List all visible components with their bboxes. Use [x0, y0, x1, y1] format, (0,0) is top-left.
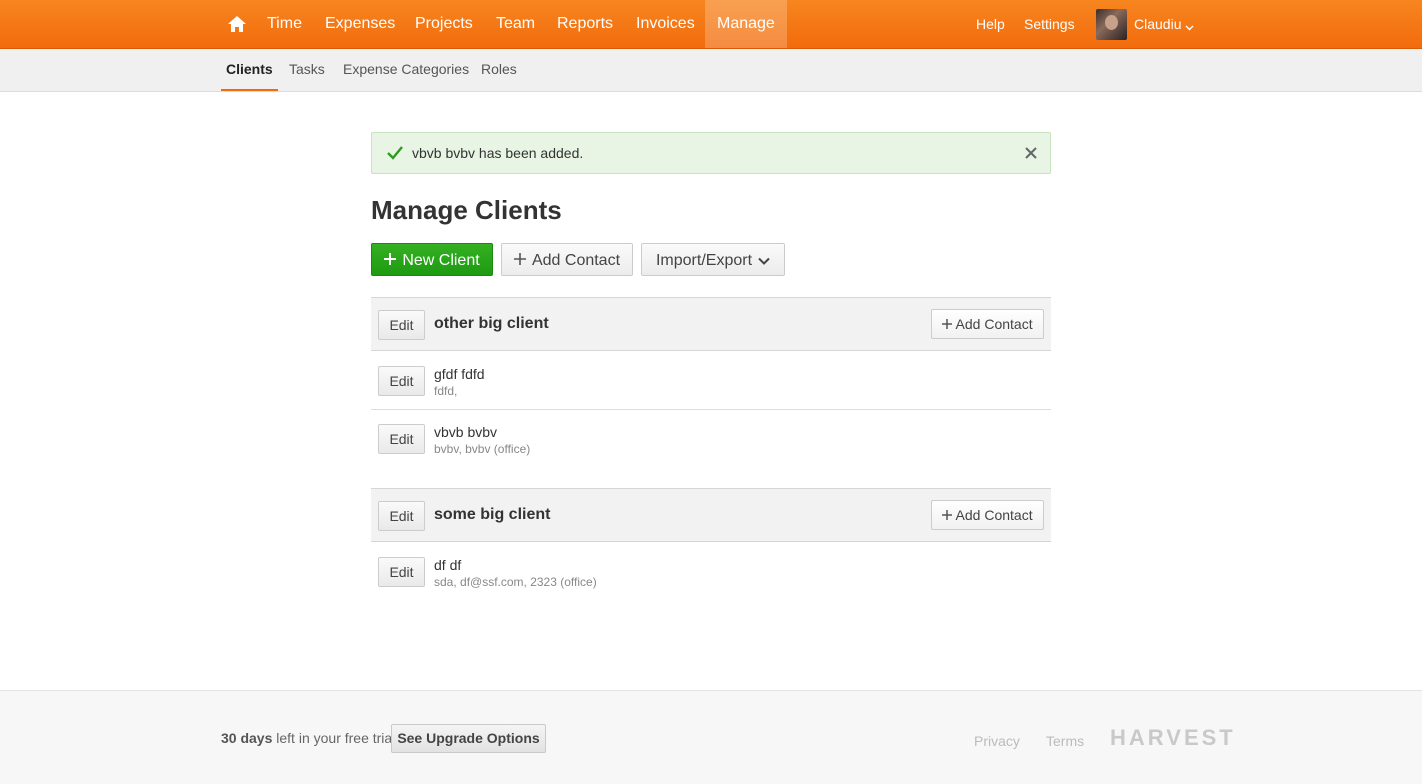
flash-message: vbvb bvbv has been added.: [412, 145, 584, 161]
nav-manage[interactable]: Manage: [705, 0, 787, 48]
sub-navigation: Clients Tasks Expense Categories Roles: [0, 49, 1422, 92]
import-export-button[interactable]: Import/Export: [641, 243, 785, 276]
client-add-contact-button[interactable]: Add Contact: [931, 500, 1044, 530]
contact-details: sda, df@ssf.com, 2323 (office): [434, 575, 597, 589]
client-name: other big client: [434, 315, 549, 332]
client-add-contact-label: Add Contact: [955, 507, 1033, 523]
user-menu[interactable]: Claudiu: [1134, 0, 1181, 48]
nav-help[interactable]: Help: [976, 0, 1005, 48]
edit-client-button[interactable]: Edit: [378, 310, 425, 340]
trial-notice: 30 days left in your free trial: [221, 730, 395, 746]
terms-link[interactable]: Terms: [1046, 733, 1084, 749]
privacy-link[interactable]: Privacy: [974, 733, 1020, 749]
upgrade-options-button[interactable]: See Upgrade Options: [391, 724, 546, 753]
client-name: some big client: [434, 506, 551, 523]
client-add-contact-button[interactable]: Add Contact: [931, 309, 1044, 339]
harvest-logo[interactable]: HARVEST: [1110, 725, 1236, 751]
client-header: Edit other big client Add Contact: [371, 297, 1051, 351]
client-add-contact-label: Add Contact: [955, 316, 1033, 332]
chevron-down-icon[interactable]: [1185, 19, 1194, 31]
contact-row: Edit df df sda, df@ssf.com, 2323 (office…: [371, 543, 1051, 601]
new-client-label: New Client: [402, 252, 480, 269]
avatar[interactable]: [1096, 9, 1127, 40]
nav-time[interactable]: Time: [267, 0, 302, 48]
plus-icon: [942, 507, 953, 523]
add-contact-button[interactable]: Add Contact: [501, 243, 633, 276]
home-icon[interactable]: [225, 12, 249, 36]
nav-reports[interactable]: Reports: [557, 0, 613, 48]
close-icon[interactable]: [1024, 146, 1038, 160]
contact-details: bvbv, bvbv (office): [434, 442, 531, 456]
subnav-tasks[interactable]: Tasks: [289, 49, 325, 89]
nav-settings[interactable]: Settings: [1024, 0, 1075, 48]
edit-contact-button[interactable]: Edit: [378, 366, 425, 396]
subnav-roles[interactable]: Roles: [481, 49, 517, 89]
plus-icon: [513, 244, 526, 277]
nav-invoices[interactable]: Invoices: [636, 0, 695, 48]
contact-details: fdfd,: [434, 384, 458, 398]
add-contact-label: Add Contact: [531, 252, 621, 269]
subnav-expense-categories[interactable]: Expense Categories: [343, 49, 469, 89]
nav-expenses[interactable]: Expenses: [325, 0, 395, 48]
chevron-down-icon: [758, 244, 770, 277]
footer: 30 days left in your free trial See Upgr…: [0, 690, 1422, 784]
contact-name: df df: [434, 557, 462, 573]
contact-name: gfdf fdfd: [434, 366, 485, 382]
top-nav-inner: Time Expenses Projects Team Reports Invo…: [221, 0, 1201, 48]
page-title: Manage Clients: [371, 195, 562, 225]
edit-contact-button[interactable]: Edit: [378, 557, 425, 587]
nav-team[interactable]: Team: [496, 0, 535, 48]
trial-rest: left in your free trial: [272, 730, 396, 746]
contact-row: Edit gfdf fdfd fdfd,: [371, 352, 1051, 410]
plus-icon: [384, 244, 397, 277]
trial-days: 30 days: [221, 730, 273, 746]
edit-contact-button[interactable]: Edit: [378, 424, 425, 454]
checkmark-icon: [386, 144, 404, 162]
top-navigation: Time Expenses Projects Team Reports Invo…: [0, 0, 1422, 49]
subnav-clients[interactable]: Clients: [221, 49, 278, 91]
edit-client-button[interactable]: Edit: [378, 501, 425, 531]
plus-icon: [942, 316, 953, 332]
client-header: Edit some big client Add Contact: [371, 488, 1051, 542]
nav-projects[interactable]: Projects: [415, 0, 473, 48]
contact-row: Edit vbvb bvbv bvbv, bvbv (office): [371, 410, 1051, 468]
contact-name: vbvb bvbv: [434, 424, 498, 440]
success-flash: vbvb bvbv has been added.: [371, 132, 1051, 174]
import-export-label: Import/Export: [655, 252, 753, 269]
new-client-button[interactable]: New Client: [371, 243, 493, 276]
